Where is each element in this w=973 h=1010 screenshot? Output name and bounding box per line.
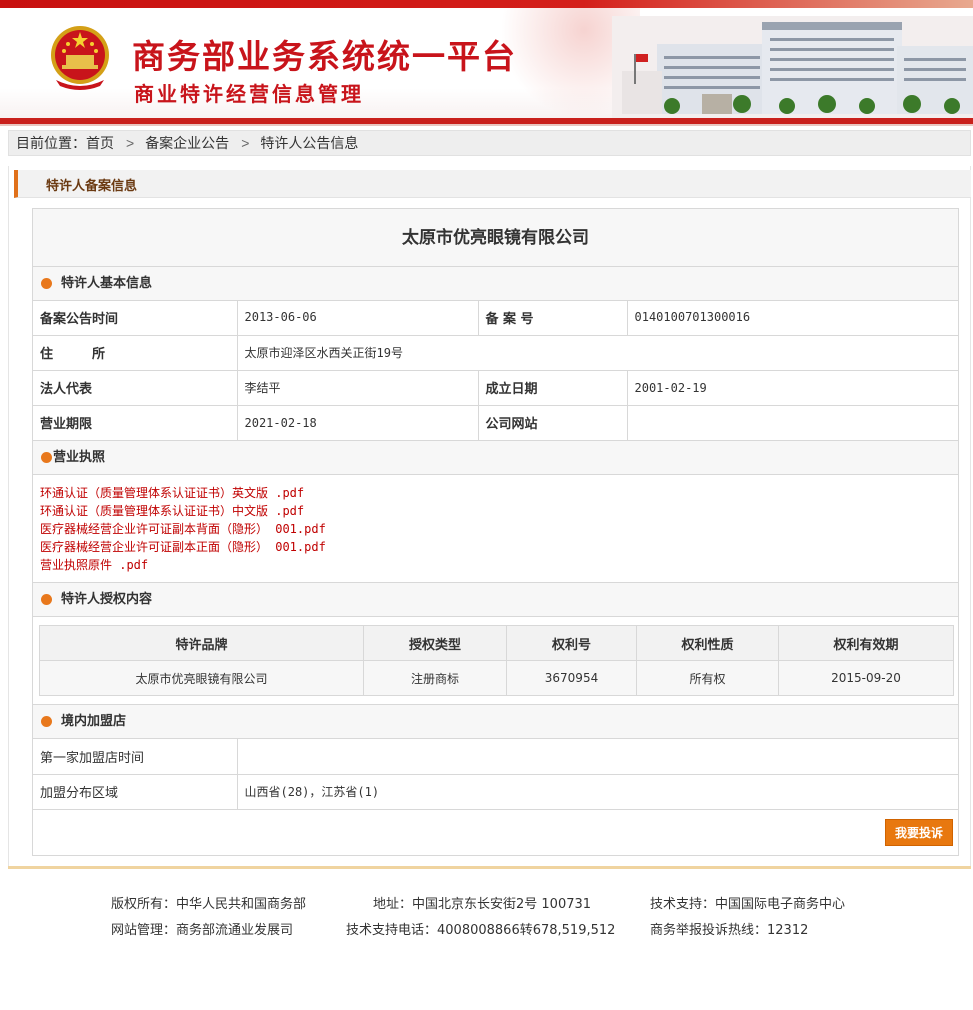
- breadcrumb-separator: >: [126, 135, 135, 151]
- column-header: 权利号: [506, 625, 637, 661]
- footer-address: 地址：中国北京东长安街2号 100731: [373, 897, 592, 912]
- first-store-date-label: 第一家加盟店时间: [33, 739, 238, 775]
- table-header-row: 特许品牌 授权类型 权利号 权利性质 权利有效期: [39, 625, 954, 661]
- header-divider: [0, 124, 973, 126]
- column-header: 授权类型: [363, 625, 507, 661]
- site-footer: 版权所有：中华人民共和国商务部 地址：中国北京东长安街2号 100731 技术支…: [0, 869, 973, 1010]
- site-title: 商务部业务系统统一平台: [132, 37, 517, 76]
- table-row: 备案公告时间 2013-06-06 备 案 号 0140100701300016: [33, 300, 958, 336]
- breadcrumb-current: 特许人公告信息: [260, 135, 359, 151]
- authorization-section: 特许品牌 授权类型 权利号 权利性质 权利有效期 太原市优亮眼镜有限公司 注册商…: [33, 617, 958, 705]
- filing-date-label: 备案公告时间: [33, 300, 238, 336]
- company-name: 太原市优亮眼镜有限公司: [33, 209, 958, 267]
- franchise-table: 第一家加盟店时间 加盟分布区域 山西省(28)，江苏省(1): [33, 739, 958, 810]
- license-heading-label: 营业执照: [53, 450, 106, 465]
- site-subtitle: 商业特许经营信息管理: [134, 82, 364, 106]
- bullet-dot-icon: [41, 594, 52, 605]
- franchise-heading-label: 境内加盟店: [61, 714, 127, 729]
- breadcrumb-notice-link[interactable]: 备案企业公告: [145, 131, 229, 156]
- address-label: 住 所: [33, 335, 238, 371]
- license-file-list: 环通认证（质量管理体系认证证书）英文版 .pdf 环通认证（质量管理体系认证证书…: [33, 476, 958, 583]
- authorization-table: 特许品牌 授权类型 权利号 权利性质 权利有效期 太原市优亮眼镜有限公司 注册商…: [39, 625, 954, 696]
- right-nature-cell: 所有权: [636, 660, 779, 696]
- basic-info-table: 备案公告时间 2013-06-06 备 案 号 0140100701300016…: [33, 300, 958, 441]
- established-date-label: 成立日期: [478, 370, 628, 406]
- address-value: 太原市迎泽区水西关正街19号: [237, 335, 958, 371]
- business-term-value: 2021-02-18: [237, 405, 479, 441]
- license-heading: 营业执照: [33, 441, 958, 475]
- filing-number-label: 备 案 号: [478, 300, 628, 336]
- table-row: 住 所 太原市迎泽区水西关正街19号: [33, 335, 958, 371]
- distribution-area-value: 山西省(28)，江苏省(1): [237, 774, 958, 810]
- bullet-dot-icon: [41, 278, 52, 289]
- national-emblem-icon: [51, 26, 109, 90]
- license-file-link[interactable]: 医疗器械经营企业许可证副本正面（隐形） 001.pdf: [40, 538, 958, 556]
- basic-info-heading: 特许人基本信息: [33, 267, 958, 301]
- section-title: 特许人备案信息: [46, 179, 138, 194]
- ministry-building-image: [612, 16, 973, 118]
- table-row: 第一家加盟店时间: [33, 739, 958, 775]
- section-header: [14, 170, 971, 198]
- authorization-heading-label: 特许人授权内容: [61, 592, 153, 607]
- table-row: 法人代表 李结平 成立日期 2001-02-19: [33, 370, 958, 406]
- bullet-dot-icon: [41, 452, 52, 463]
- footer-tech-support: 技术支持：中国国际电子商务中心: [650, 897, 846, 912]
- column-header: 特许品牌: [39, 625, 364, 661]
- basic-info-heading-label: 特许人基本信息: [61, 276, 153, 291]
- license-file-link[interactable]: 环通认证（质量管理体系认证证书）中文版 .pdf: [40, 502, 958, 520]
- column-header: 权利性质: [636, 625, 779, 661]
- license-file-link[interactable]: 环通认证（质量管理体系认证证书）英文版 .pdf: [40, 484, 958, 502]
- legal-rep-label: 法人代表: [33, 370, 238, 406]
- header-top-bar: [0, 0, 973, 8]
- column-header: 权利有效期: [778, 625, 954, 661]
- breadcrumb: 目前位置：首页 > 备案企业公告 > 特许人公告信息: [8, 130, 971, 156]
- business-term-label: 营业期限: [33, 405, 238, 441]
- right-validity-cell: 2015-09-20: [778, 660, 954, 696]
- bullet-dot-icon: [41, 716, 52, 727]
- site-header: 商务部业务系统统一平台 商业特许经营信息管理: [0, 0, 973, 126]
- authorization-heading: 特许人授权内容: [33, 583, 958, 617]
- footer-support-phone: 技术支持电话：4008008866转678,519,512: [346, 923, 616, 938]
- right-number-cell: 3670954: [506, 660, 637, 696]
- table-row: 加盟分布区域 山西省(28)，江苏省(1): [33, 774, 958, 810]
- website-value: [627, 405, 958, 441]
- franchise-heading: 境内加盟店: [33, 705, 958, 739]
- filing-date-value: 2013-06-06: [237, 300, 479, 336]
- legal-rep-value: 李结平: [237, 370, 479, 406]
- breadcrumb-separator: >: [241, 135, 250, 151]
- complain-button[interactable]: 我要投诉: [885, 819, 953, 846]
- established-date-value: 2001-02-19: [627, 370, 958, 406]
- breadcrumb-home-link[interactable]: 首页: [86, 131, 114, 156]
- auth-type-cell: 注册商标: [363, 660, 507, 696]
- distribution-area-label: 加盟分布区域: [33, 774, 238, 810]
- footer-copyright: 版权所有：中华人民共和国商务部: [111, 897, 307, 912]
- footer-site-admin: 网站管理：商务部流通业发展司: [111, 923, 294, 938]
- license-file-link[interactable]: 医疗器械经营企业许可证副本背面（隐形） 001.pdf: [40, 520, 958, 538]
- license-file-link[interactable]: 营业执照原件 .pdf: [40, 556, 958, 574]
- brand-cell: 太原市优亮眼镜有限公司: [39, 660, 364, 696]
- table-row: 太原市优亮眼镜有限公司 注册商标 3670954 所有权 2015-09-20: [39, 660, 954, 696]
- website-label: 公司网站: [478, 405, 628, 441]
- footer-hotline: 商务举报投诉热线：12312: [650, 923, 809, 938]
- table-row: 营业期限 2021-02-18 公司网站: [33, 405, 958, 441]
- first-store-date-value: [237, 739, 958, 775]
- filing-number-value: 0140100701300016: [627, 300, 958, 336]
- breadcrumb-prefix: 目前位置：: [16, 135, 86, 151]
